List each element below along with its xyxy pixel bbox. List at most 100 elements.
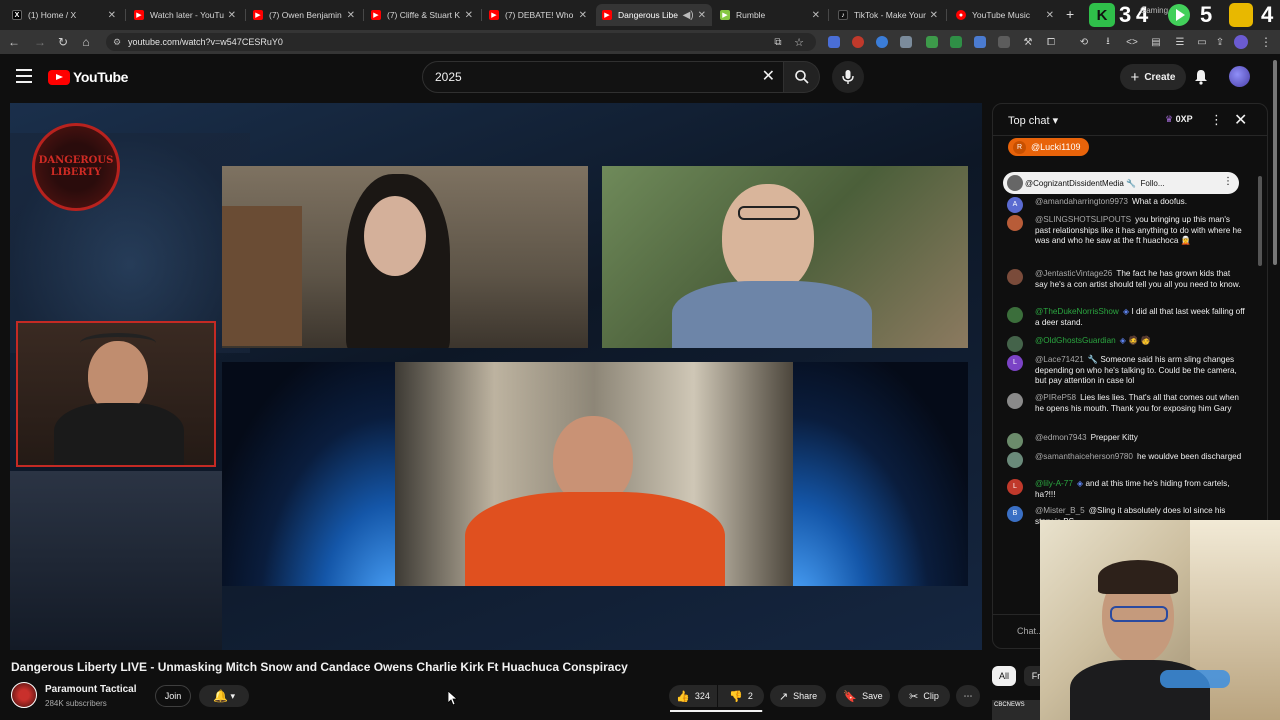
extension-icon[interactable]: [828, 36, 840, 48]
cast-icon[interactable]: ▭: [1194, 34, 1210, 50]
code-icon[interactable]: <>: [1124, 34, 1140, 50]
dislike-button[interactable]: 👎 2: [718, 685, 764, 707]
extension-icon[interactable]: [852, 36, 864, 48]
chat-scrollbar[interactable]: [1257, 166, 1263, 546]
site-info-icon[interactable]: ⚙: [113, 37, 123, 47]
chat-author[interactable]: @JentasticVintage26: [1035, 269, 1112, 278]
chat-more-icon[interactable]: ⋮: [1210, 112, 1223, 128]
youtube-logo[interactable]: YouTube: [48, 69, 128, 85]
back-icon[interactable]: ←: [6, 34, 22, 50]
chat-author[interactable]: @TheDukeNorrisShow: [1035, 307, 1119, 316]
banner-more-icon[interactable]: ⋮: [1223, 176, 1233, 187]
search-button[interactable]: [784, 61, 820, 93]
downloads-icon[interactable]: ⭳: [1100, 34, 1116, 50]
top-chat-dropdown[interactable]: Top chat ▾: [1008, 114, 1058, 127]
address-bar[interactable]: ⚙ youtube.com/watch?v=w547CESRuY0: [106, 33, 816, 51]
forward-icon[interactable]: →: [32, 34, 48, 50]
chat-message[interactable]: @PIReP58 Lies lies lies. That's all that …: [1007, 393, 1245, 414]
tools-icon[interactable]: ⚒: [1020, 34, 1036, 50]
like-button[interactable]: 👍 324: [669, 685, 717, 707]
search-input[interactable]: 2025 ✕: [422, 61, 784, 93]
chat-message[interactable]: @TheDukeNorrisShow ◈ I did all that last …: [1007, 307, 1245, 328]
menu-icon[interactable]: [16, 69, 32, 83]
close-tab-icon[interactable]: ✕: [698, 10, 706, 21]
browser-tab[interactable]: ▶ Watch later - YouTu ✕: [128, 4, 242, 26]
channel-avatar[interactable]: [11, 682, 37, 708]
xp-badge[interactable]: ♛ 0XP: [1165, 114, 1193, 125]
bookmark-star-icon[interactable]: ☆: [791, 34, 807, 50]
channel-name[interactable]: Paramount Tactical: [45, 684, 137, 695]
chat-message[interactable]: L @Lace71421 🔧 Someone said his arm sling…: [1007, 355, 1245, 387]
extension-icon[interactable]: [876, 36, 888, 48]
browser-tab[interactable]: ♪ TikTok - Make Your ✕: [832, 4, 944, 26]
filter-chip-all[interactable]: All: [992, 666, 1016, 686]
chat-author[interactable]: @Mister_B_5: [1035, 506, 1085, 515]
video-player[interactable]: DANGEROUS LIBERTY: [10, 103, 982, 650]
notifications-button[interactable]: [1190, 66, 1212, 88]
subscription-bell-button[interactable]: 🔔 ▾: [199, 685, 249, 707]
join-button[interactable]: Join: [155, 685, 191, 707]
close-tab-icon[interactable]: ✕: [1046, 10, 1054, 21]
close-tab-icon[interactable]: ✕: [108, 10, 116, 21]
voice-search-button[interactable]: [832, 61, 864, 93]
new-tab-icon[interactable]: +: [1066, 6, 1074, 22]
chat-message[interactable]: A @amandaharrington9973 What a doofus.: [1007, 197, 1245, 213]
browser-tab[interactable]: ▶ (7) DEBATE! Who A ✕: [483, 4, 593, 26]
chat-author[interactable]: @OldGhostsGuardian: [1035, 336, 1116, 345]
share-button[interactable]: ↗ Share: [770, 685, 826, 707]
close-chat-icon[interactable]: ✕: [1234, 110, 1247, 130]
account-avatar[interactable]: [1229, 66, 1250, 87]
chat-message[interactable]: @JentasticVintage26 The fact he has grown…: [1007, 269, 1245, 290]
install-app-icon[interactable]: ⧉: [770, 34, 786, 50]
browser-menu-icon[interactable]: ⋮: [1258, 34, 1274, 50]
more-actions-button[interactable]: ⋯: [956, 685, 980, 707]
chat-message[interactable]: @OldGhostsGuardian ◈ 🧔 🧑: [1007, 336, 1245, 352]
chat-author[interactable]: @edmon7943: [1035, 433, 1087, 442]
extension-icon[interactable]: [974, 36, 986, 48]
extension-icon[interactable]: [950, 36, 962, 48]
chat-message[interactable]: @SLINGSHOTSLIPOUTS you bringing up this m…: [1007, 215, 1245, 247]
chat-author[interactable]: @SLINGSHOTSLIPOUTS: [1035, 215, 1131, 224]
chat-author[interactable]: @samanthaiceherson9780: [1035, 452, 1133, 461]
clip-button[interactable]: ✂ Clip: [898, 685, 950, 707]
save-button[interactable]: 🔖 Save: [836, 685, 890, 707]
reload-icon[interactable]: ↻: [55, 34, 71, 50]
page-scrollbar[interactable]: [1272, 56, 1278, 266]
browser-tab[interactable]: ▶ (7) Owen Benjamin ✕: [247, 4, 361, 26]
browser-tab-active[interactable]: ▶ Dangerous Libe ◀) ✕: [596, 4, 712, 26]
browser-tab[interactable]: ▶ (7) Cliffe & Stuart K ✕: [365, 4, 479, 26]
extension-icon[interactable]: [998, 36, 1010, 48]
close-tab-icon[interactable]: ✕: [228, 10, 236, 21]
share-page-icon[interactable]: ⇪: [1212, 34, 1228, 50]
close-tab-icon[interactable]: ✕: [812, 10, 820, 21]
related-video-thumbnail[interactable]: CBCNEWS: [992, 700, 1042, 720]
close-tab-icon[interactable]: ✕: [465, 10, 473, 21]
speaker-icon[interactable]: ◀): [683, 10, 694, 21]
history-icon[interactable]: ⟲: [1076, 34, 1092, 50]
browser-tab[interactable]: X (1) Home / X ✕: [6, 4, 122, 26]
chat-author[interactable]: @PIReP58: [1035, 393, 1076, 402]
close-tab-icon[interactable]: ✕: [579, 10, 587, 21]
home-icon[interactable]: ⌂: [78, 34, 94, 50]
chat-message[interactable]: L @lily-A-77 ◈ and at this time he's hidi…: [1007, 479, 1245, 500]
close-tab-icon[interactable]: ✕: [930, 10, 938, 21]
chat-author[interactable]: @amandaharrington9973: [1035, 197, 1128, 206]
browser-tab[interactable]: ● YouTube Music ✕: [950, 4, 1060, 26]
sidebar-icon[interactable]: ▤: [1148, 34, 1164, 50]
create-button[interactable]: + Create: [1120, 64, 1186, 90]
clear-search-icon[interactable]: ✕: [762, 69, 775, 85]
avatar: L: [1007, 355, 1023, 371]
extensions-puzzle-icon[interactable]: ⧠: [1043, 34, 1059, 50]
pinned-donation-chip[interactable]: R @Lucki1109: [1008, 138, 1089, 156]
extension-icon[interactable]: [900, 36, 912, 48]
reading-list-icon[interactable]: ☰: [1172, 34, 1188, 50]
chat-message[interactable]: @edmon7943 Prepper Kitty: [1007, 433, 1245, 449]
browser-tab[interactable]: ▶ Rumble ✕: [714, 4, 826, 26]
pinned-follow-banner[interactable]: @CognizantDissidentMedia 🔧 Follo... ⋮: [1003, 172, 1239, 194]
extension-icon[interactable]: [926, 36, 938, 48]
profile-avatar[interactable]: [1234, 35, 1248, 49]
close-tab-icon[interactable]: ✕: [347, 10, 355, 21]
chat-author[interactable]: @lily-A-77: [1035, 479, 1073, 488]
chat-author[interactable]: @Lace71421: [1035, 355, 1084, 364]
chat-message[interactable]: @samanthaiceherson9780 he wouldve been di…: [1007, 452, 1245, 468]
